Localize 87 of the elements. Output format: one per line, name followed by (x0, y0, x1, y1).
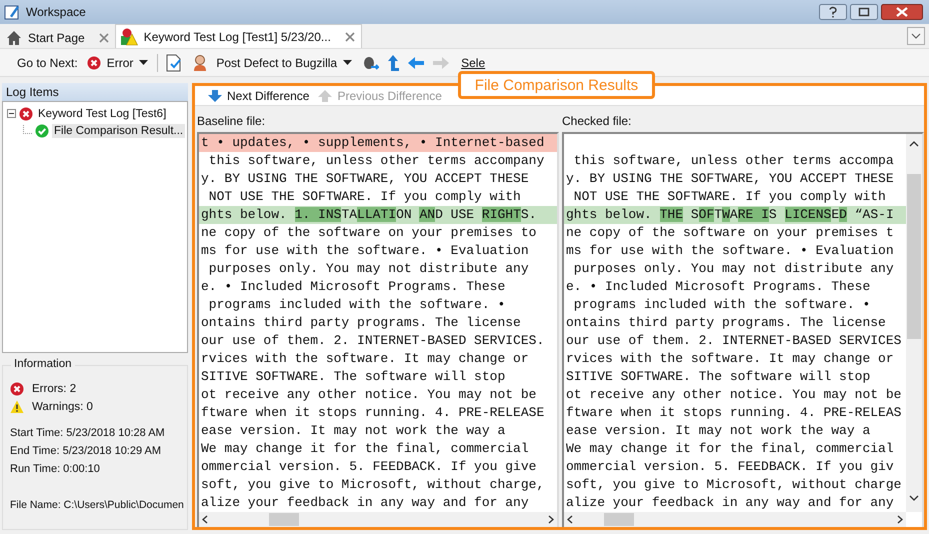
group-title: Information (11, 358, 75, 370)
code-line: this software, unless other terms accompany (208, 153, 544, 168)
down-arrow-icon (207, 88, 223, 102)
collapse-icon[interactable] (7, 109, 16, 118)
code-line: e. • Included Microsoft Programs. These (566, 279, 870, 294)
errors-count: Errors: 2 (32, 383, 76, 395)
warnings-count: Warnings: 0 (32, 401, 93, 413)
code-line: ftware when it stops running. 4. PRE-RELEASE (201, 405, 544, 420)
code-line: ne copy of the software on your premises to (201, 225, 536, 240)
code-line: ms for use with the software. • Evaluation (566, 243, 894, 258)
right-arrow-icon (432, 56, 450, 70)
code-line: NOT USE THE SOFTWARE. If you comply with (572, 189, 886, 204)
code-line: e. • Included Microsoft Programs. These (201, 279, 506, 294)
post-defect-button[interactable]: Post Defect to Bugzilla (190, 52, 354, 74)
tree-line-icon (23, 124, 32, 136)
code-line: ease version. It may not work the way a (566, 423, 870, 438)
pane-label: Checked file: (562, 113, 632, 130)
code-line: our use of them. 2. INTERNET-BASED SERVICES (566, 333, 902, 348)
code-line: SITIVE SOFTWARE. The software will stop (566, 369, 870, 384)
window-icon (4, 4, 20, 20)
report-icon[interactable] (165, 54, 184, 72)
code-line: soft, you give to Microsoft, without charge (566, 477, 902, 492)
code-line: SITIVE SOFTWARE. The software will stop (201, 369, 506, 384)
end-time: End Time: 5/23/2018 10:29 AM (10, 444, 162, 459)
code-line: programs included with the software. • (208, 297, 506, 312)
code-line: ghts below. THE SOFTWARE IS LICENSED “AS-I (566, 207, 894, 222)
warning-icon (10, 400, 24, 414)
help-button[interactable] (819, 4, 847, 20)
code-line: purposes only. You may not distribute any (208, 261, 529, 276)
code-line: ms for use with the software. • Evaluation (201, 243, 529, 258)
code-line: ease version. It may not work the way a (201, 423, 506, 438)
close-button[interactable] (881, 4, 923, 20)
close-icon[interactable] (98, 32, 109, 42)
horizontal-scrollbar[interactable] (199, 512, 557, 527)
panel-header: Log Items (2, 83, 188, 101)
code-line: y. BY USING THE SOFTWARE, YOU ACCEPT THESE (566, 171, 894, 186)
caret-icon (343, 60, 352, 66)
error-dropdown[interactable]: Error (84, 54, 150, 72)
code-line: alize your feedback in any way and for any (566, 495, 894, 510)
tree-item[interactable]: Keyword Test Log [Test6] (36, 106, 168, 120)
start-time: Start Time: 5/23/2018 10:28 AM (10, 426, 166, 441)
tree-item[interactable]: File Comparison Result... (52, 124, 186, 138)
tab[interactable]: Keyword Test Log [Test1] 5/23/20... (114, 24, 362, 48)
code-line: We may change it for the final, commercial (566, 441, 894, 456)
code-line: rvices with the software. It may change or (566, 351, 894, 366)
code-line: ghts below. 1. INSTALLATION AND USE RIGHTS. (201, 207, 537, 222)
up-arrow-icon[interactable] (386, 54, 400, 72)
callout: File Comparison Results (458, 71, 655, 99)
next-difference-button[interactable]: Next Difference (207, 88, 310, 102)
dropdown-button[interactable] (907, 27, 925, 45)
code-line: ne copy of the software on your premises t (566, 225, 894, 240)
caret-icon (139, 60, 148, 66)
left-arrow-icon[interactable] (407, 56, 426, 70)
code-line: ftware when it stops running. 4. PRE-RELEAS (566, 405, 902, 420)
code-line: ontains third party programs. The license (566, 315, 886, 330)
select-panel-link[interactable]: Sele (461, 56, 486, 70)
code-line: soft, you give to Microsoft, without charge, (201, 477, 544, 492)
up-arrow-icon (317, 88, 334, 102)
code-line: t • updates, • supplements, • Internet-based (201, 135, 544, 150)
code-line: alize your feedback in any way and for any (201, 495, 529, 510)
error-icon (10, 382, 24, 396)
code-line: this software, unless other terms accompa (572, 153, 894, 168)
code-line: programs included with the software. • (572, 297, 870, 312)
error-icon (86, 56, 101, 70)
home-icon (6, 30, 22, 46)
pane-label: Baseline file: (197, 113, 266, 130)
code-line: NOT USE THE SOFTWARE. If you comply with (208, 189, 521, 204)
toolbar-label: Go to Next: (17, 56, 78, 70)
code-line: ommercial version. 5. FEEDBACK. If you give (201, 459, 536, 474)
code-line: our use of them. 2. INTERNET-BASED SERVICES. (201, 333, 544, 348)
code-line: ot receive any other notice. You may not be (201, 387, 536, 402)
code-line: ontains third party programs. The license (201, 315, 521, 330)
horizontal-scrollbar[interactable] (564, 512, 906, 527)
close-icon[interactable] (344, 32, 355, 42)
log-status-icon (120, 28, 138, 46)
code-line: purposes only. You may not distribute any (572, 261, 894, 276)
code-line: ot receive any other notice. You may not be (566, 387, 902, 402)
file-name: File Name: C:\Users\Public\Documen (10, 498, 185, 513)
code-line: rvices with the software. It may change or (201, 351, 529, 366)
code-line: We may change it for the final, commercial (201, 441, 529, 456)
run-time: Run Time: 0:00:10 (10, 462, 101, 477)
window-title: Workspace (26, 5, 86, 19)
vertical-scrollbar[interactable] (906, 134, 922, 512)
code-line: y. BY USING THE SOFTWARE, YOU ACCEPT THESE (201, 171, 529, 186)
restore-button[interactable] (850, 4, 878, 20)
code-line: ommercial version. 5. FEEDBACK. If you giv (566, 459, 894, 474)
tab[interactable]: Start Page (2, 27, 115, 48)
